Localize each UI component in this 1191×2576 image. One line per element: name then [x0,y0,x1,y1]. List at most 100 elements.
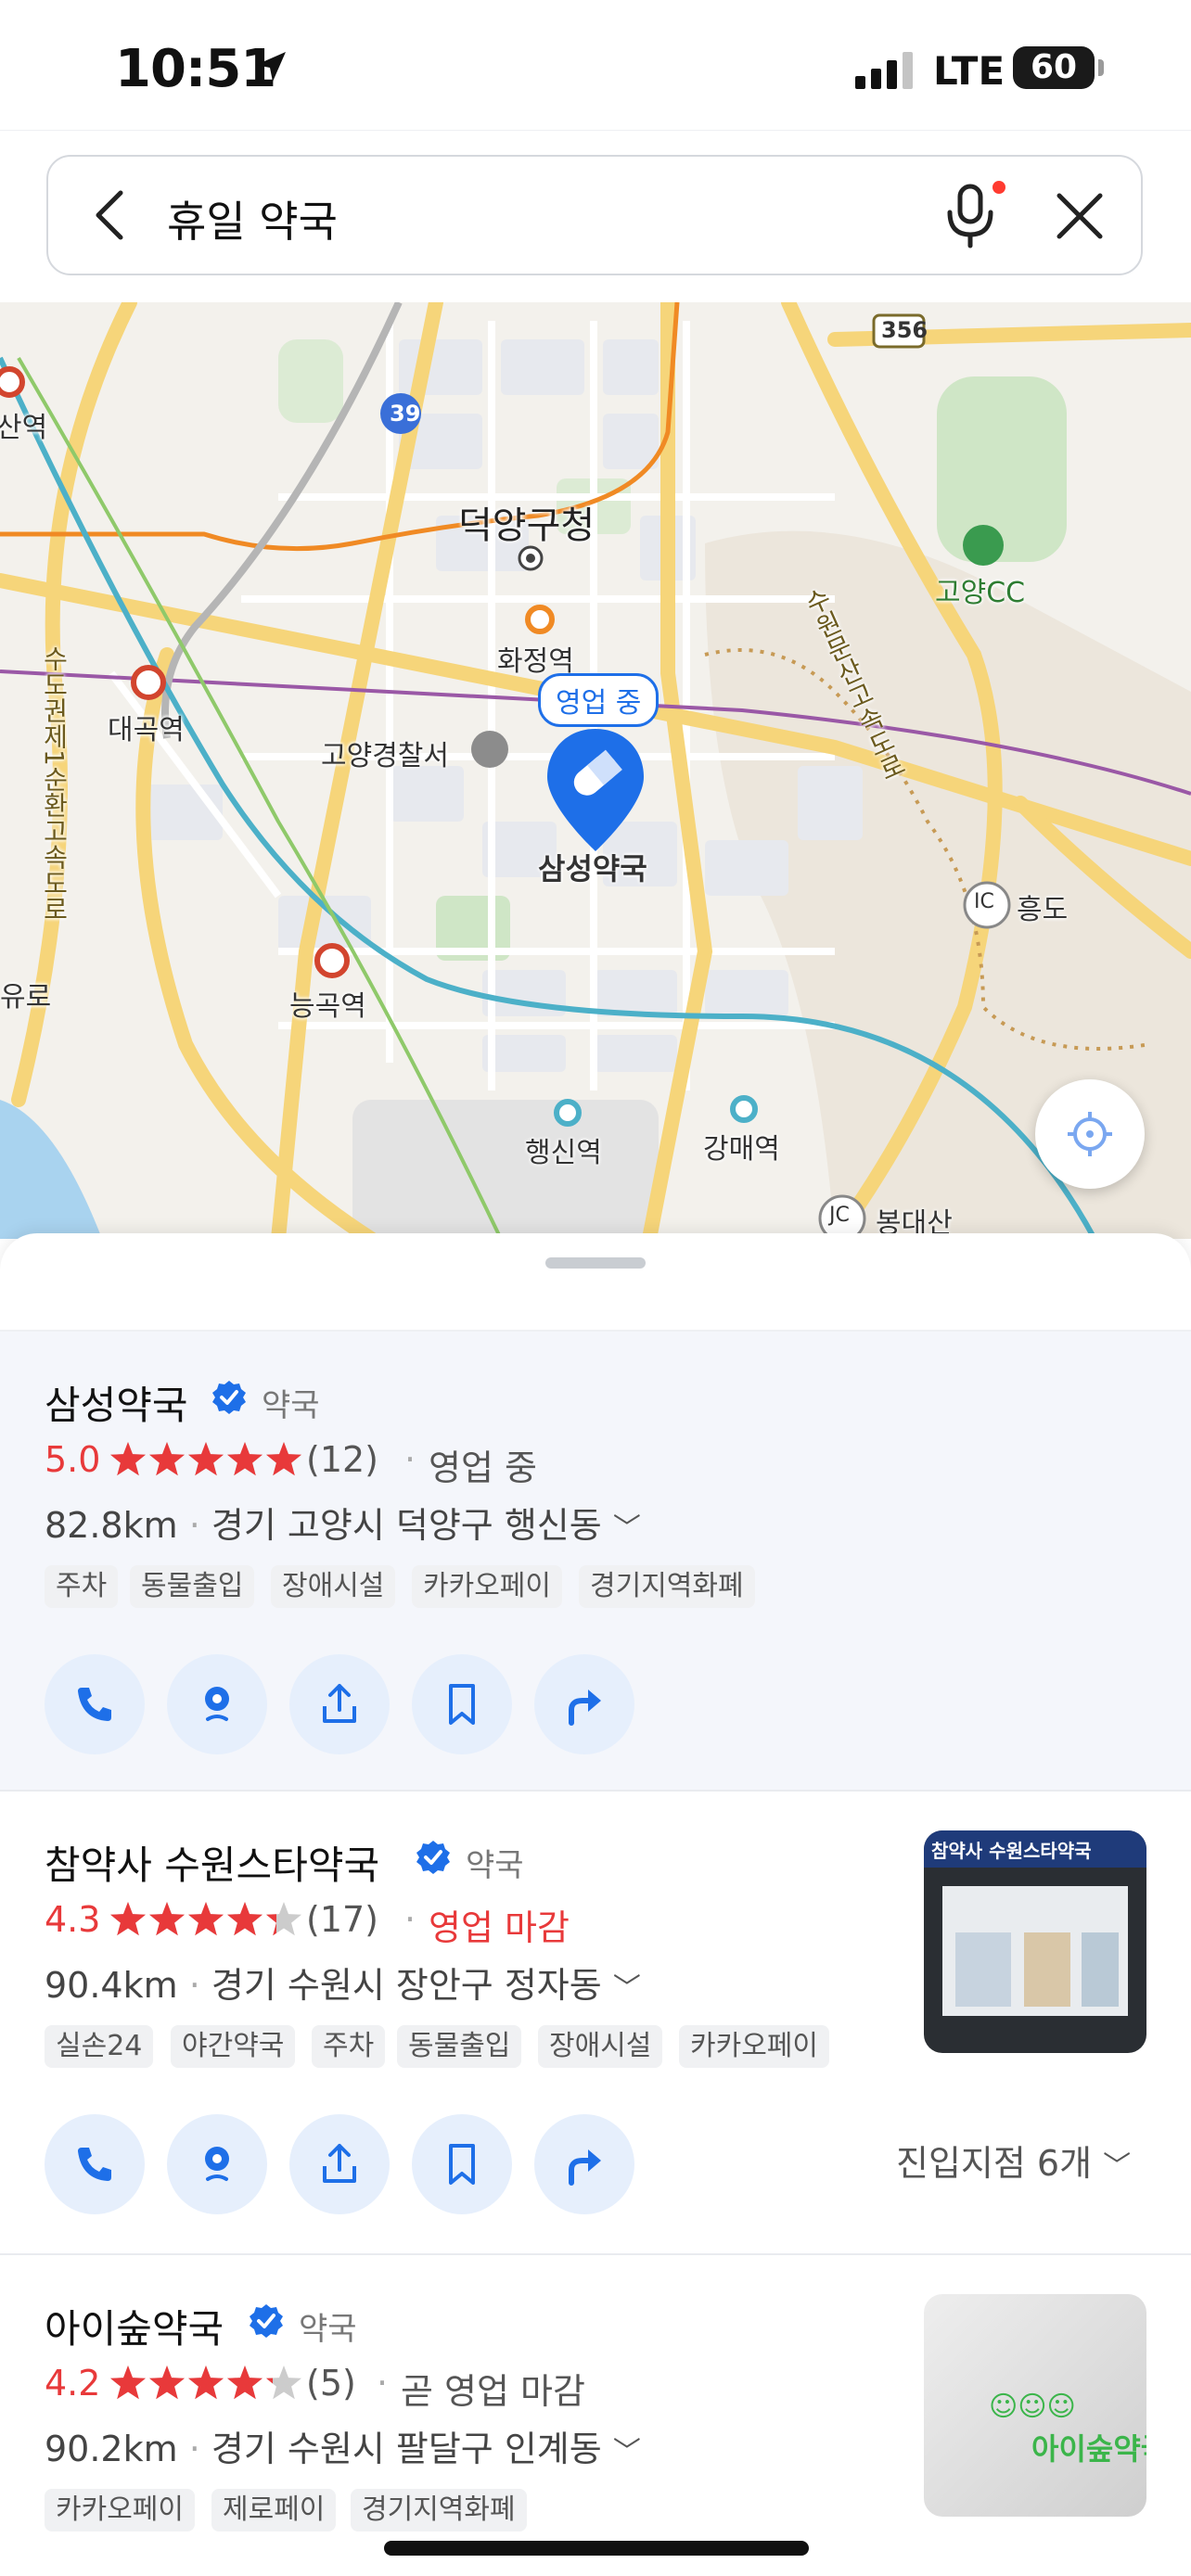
tag: 장애시설 [271,1565,396,1608]
tag: 장애시설 [538,2025,663,2068]
tag: 동물출입 [130,1565,255,1608]
tag: 야간약국 [171,2025,296,2068]
star-icon [227,2366,263,2400]
open-status-badge: 영업 중 [538,673,660,727]
battery-indicator: 60 [1013,46,1095,89]
place-name[interactable]: 아이숲약국 [45,2298,224,2354]
crosshair-icon [1068,1112,1112,1156]
review-count[interactable]: (5) [306,2363,356,2404]
tag: 카카오페이 [412,1565,562,1608]
map-view-button[interactable] [167,2114,267,2214]
rating-stars [110,1902,301,1936]
route-356-shield: 356 [881,317,928,343]
result-item-3[interactable]: 아이숲약국 약국 4.2 (5) · 곧 영업 마감 90.2km · 경기 수… [0,2255,1191,2576]
bookmark-icon [449,2144,475,2185]
star-icon [149,1902,185,1936]
close-icon[interactable] [1054,190,1106,242]
rating-value: 4.3 [45,1899,101,1940]
tag: 카카오페이 [45,2489,195,2531]
star-icon [188,2366,224,2400]
map-view-button[interactable] [167,1654,267,1754]
business-status: 영업 중 [429,1447,537,1488]
share-button[interactable] [289,2114,390,2214]
smile-icons: ☺☺☺ [989,2391,1076,2423]
map-label-neunggok-station: 능곡역 [289,990,366,1023]
address: 경기 고양시 덕양구 행신동 [211,1505,602,1546]
directions-button[interactable] [534,2114,634,2214]
review-count[interactable]: (12) [306,1439,378,1480]
star-icon [188,1902,224,1936]
directions-icon [569,2149,601,2186]
location-arrow-icon [256,52,286,82]
star-icon [149,2366,185,2400]
microphone-icon[interactable] [941,181,1000,251]
bookmark-icon [449,1684,475,1725]
place-category: 약국 [262,1387,320,1424]
place-name[interactable]: 삼성약국 [45,1374,188,1431]
map-label-jc: JC [829,1204,850,1227]
search-box[interactable]: 휴일 약국 [46,155,1143,275]
business-status: 영업 마감 [429,1907,570,1948]
action-buttons [45,2114,638,2214]
result-item-2[interactable]: 참약사 수원스타약국 약국 4.3 (17) · 영업 마감 90.4km · … [0,1792,1191,2251]
phone-icon [78,1688,111,1721]
tag: 경기지역화폐 [579,1565,755,1608]
tag-list: 카카오페이 제로페이 경기지역화폐 [45,2489,694,2533]
results-sheet[interactable]: 삼성약국 약국 5.0 (12) · 영업 중 82.8km · 경기 고양시 … [0,1233,1191,2576]
directions-button[interactable] [534,1654,634,1754]
map-label-yuro: 유로 [0,981,52,1014]
star-icon [110,1902,146,1936]
map-pin-icon [205,1687,229,1721]
address: 경기 수원시 팔달구 인계동 [211,2429,602,2469]
verified-badge-icon [416,1841,450,1874]
distance-address-row[interactable]: 82.8km · 경기 고양시 덕양구 행신동 ﹀ [45,1497,641,1548]
bookmark-button[interactable] [412,1654,512,1754]
share-icon [323,2144,356,2183]
search-input[interactable]: 휴일 약국 [167,188,338,249]
call-button[interactable] [45,2114,145,2214]
star-icon [266,1442,301,1476]
place-photo[interactable]: ☺☺☺ 아이숲약국 [924,2294,1146,2517]
result-item-1[interactable]: 삼성약국 약국 5.0 (12) · 영업 중 82.8km · 경기 고양시 … [0,1332,1191,1790]
back-arrow-icon[interactable] [85,187,137,243]
review-count[interactable]: (17) [306,1899,378,1940]
rating-row: 5.0 (12) · 영업 중 [45,1439,537,1488]
branches-toggle[interactable]: 진입지점 6개 ﹀ [896,2135,1131,2186]
tag: 주차 [45,1565,119,1608]
share-icon [323,1684,356,1723]
photo-sign-text: 아이숲약국 [1031,2431,1146,2467]
map-label-goyang-cc: 고양CC [935,577,1026,609]
rating-stars [110,2366,301,2400]
chevron-down-icon[interactable]: ﹀ [613,1972,641,2005]
map-label-police-station: 고양경찰서 [321,740,449,772]
phone-icon [78,2148,111,2181]
verified-badge-icon [212,1381,246,1414]
place-photo[interactable]: 참약사 수원스타약국 [924,1830,1146,2053]
branch-count: 진입지점 6개 [896,2143,1093,2184]
current-location-button[interactable] [1035,1079,1145,1189]
map-view[interactable]: 산역 유로 39 356 덕양구청 화정역 대곡역 고양경찰서 능곡역 행신역 … [0,302,1191,1239]
share-button[interactable] [289,1654,390,1754]
rating-value: 5.0 [45,1439,101,1480]
distance-address-row[interactable]: 90.4km · 경기 수원시 장안구 정자동 ﹀ [45,1957,641,2008]
route-39-shield: 39 [390,401,421,427]
tag: 경기지역화폐 [351,2489,527,2531]
recording-dot [992,181,1005,194]
bookmark-button[interactable] [412,2114,512,2214]
place-name[interactable]: 참약사 수원스타약국 [45,1834,379,1891]
chevron-down-icon: ﹀ [1103,2150,1132,2183]
pharmacy-pin-icon[interactable] [544,725,647,855]
chevron-down-icon[interactable]: ﹀ [613,2436,641,2468]
signal-icon [855,52,913,89]
map-label-expressway-left: 수도권제1순환고속도로 [39,645,70,922]
sheet-drag-handle[interactable] [545,1257,646,1269]
business-status: 곧 영업 마감 [401,2371,585,2412]
star-icon [110,2366,146,2400]
distance-address-row[interactable]: 90.2km · 경기 수원시 팔달구 인계동 ﹀ [45,2420,641,2471]
action-buttons [45,1654,638,1754]
call-button[interactable] [45,1654,145,1754]
battery-cap [1098,59,1104,76]
star-icon [227,1442,263,1476]
chevron-down-icon[interactable]: ﹀ [613,1512,641,1545]
map-label-san-station: 산역 [0,412,48,444]
